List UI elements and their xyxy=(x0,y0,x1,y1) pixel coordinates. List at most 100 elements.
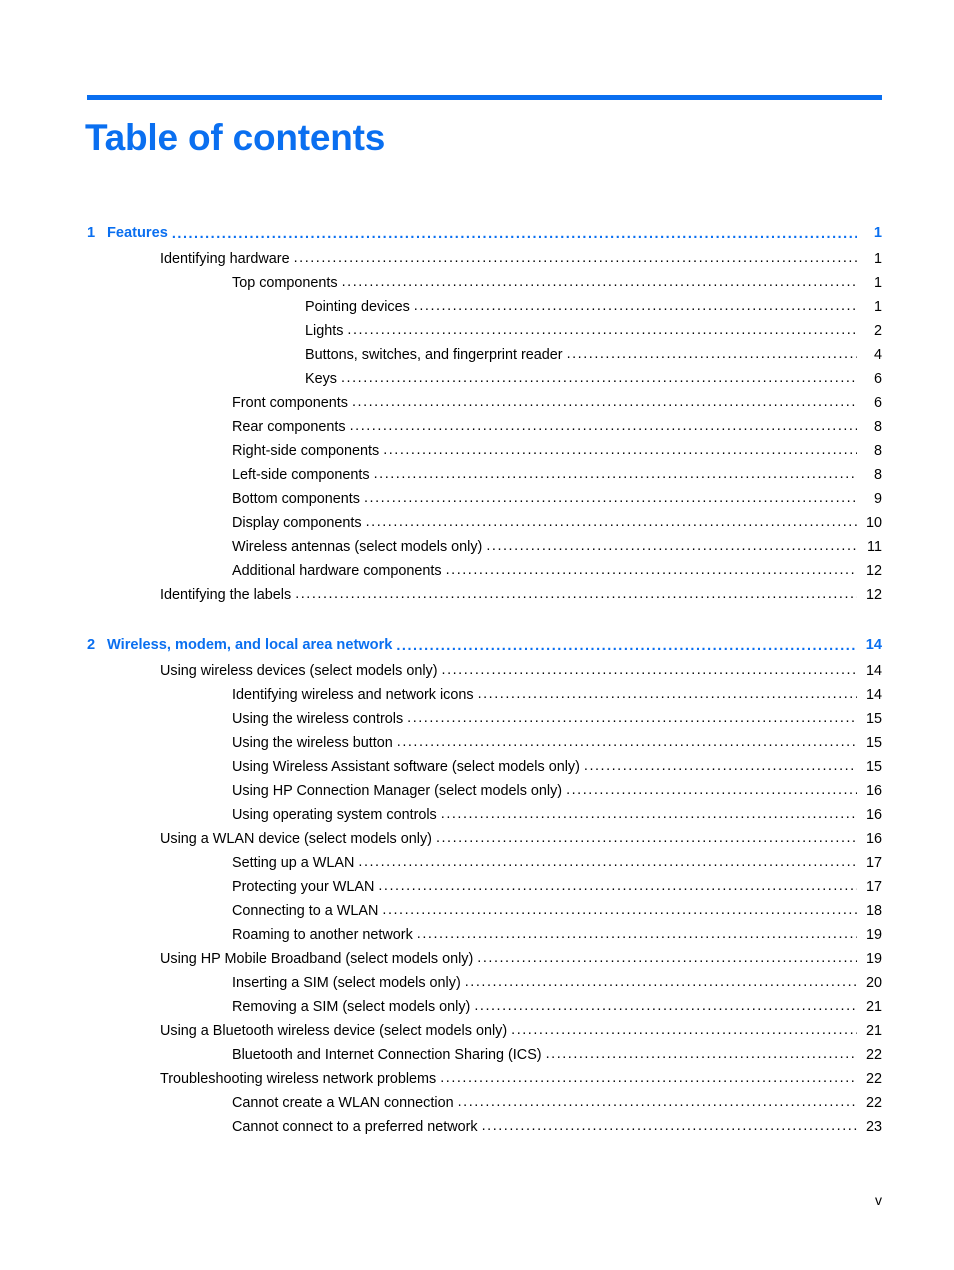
document-page: Table of contents 1Features1Identifying … xyxy=(0,0,954,1270)
toc-entry-row[interactable]: Top components 1 xyxy=(0,275,954,299)
toc-page-number: 15 xyxy=(865,711,882,727)
toc-page-number: 22 xyxy=(865,1095,882,1111)
toc-dot-leader xyxy=(474,1006,857,1020)
toc-entry-row[interactable]: Using HP Mobile Broadband (select models… xyxy=(0,951,954,975)
toc-entry-label: Wireless antennas (select models only) xyxy=(232,539,483,555)
toc-entry-row[interactable]: Display components 10 xyxy=(0,515,954,539)
toc-chapter-number: 1 xyxy=(87,225,96,241)
table-of-contents: 1Features1Identifying hardware1Top compo… xyxy=(0,225,954,1143)
toc-entry-label: Rear components xyxy=(232,419,346,435)
toc-page-number: 1 xyxy=(873,225,882,241)
toc-page-number: 1 xyxy=(873,251,882,267)
toc-dot-leader xyxy=(378,886,857,900)
toc-page-number: 15 xyxy=(865,759,882,775)
toc-page-number: 21 xyxy=(865,1023,882,1039)
toc-dot-leader xyxy=(567,354,857,368)
toc-entry-row[interactable]: Cannot create a WLAN connection 22 xyxy=(0,1095,954,1119)
toc-entry-label: Identifying the labels xyxy=(160,587,292,603)
toc-page-number: 19 xyxy=(865,927,882,943)
toc-entry-row[interactable]: Using the wireless button 15 xyxy=(0,735,954,759)
toc-entry-row[interactable]: Using a WLAN device (select models only)… xyxy=(0,831,954,855)
toc-page-number: 16 xyxy=(865,831,882,847)
toc-entry-label: Buttons, switches, and fingerprint reade… xyxy=(305,347,563,363)
toc-entry-row[interactable]: Wireless antennas (select models only) 11 xyxy=(0,539,954,563)
toc-entry-label: Cannot create a WLAN connection xyxy=(232,1095,454,1111)
toc-dot-leader xyxy=(383,450,857,464)
toc-dot-leader xyxy=(417,934,857,948)
toc-entry-row[interactable]: Using the wireless controls 15 xyxy=(0,711,954,735)
toc-page-number: 2 xyxy=(873,323,882,339)
toc-dot-leader xyxy=(482,1126,857,1140)
toc-entry-row[interactable]: Connecting to a WLAN 18 xyxy=(0,903,954,927)
toc-page-number: 19 xyxy=(865,951,882,967)
toc-entry-row[interactable]: Removing a SIM (select models only) 21 xyxy=(0,999,954,1023)
toc-entry-label: Right-side components xyxy=(232,443,380,459)
toc-entry-label: Using a Bluetooth wireless device (selec… xyxy=(160,1023,508,1039)
toc-entry-row[interactable]: Rear components 8 xyxy=(0,419,954,443)
toc-page-number: 1 xyxy=(873,275,882,291)
toc-chapter-title: Features xyxy=(107,225,168,241)
toc-page-number: 4 xyxy=(873,347,882,363)
toc-entry-row[interactable]: Using wireless devices (select models on… xyxy=(0,663,954,687)
toc-dot-leader xyxy=(294,258,857,272)
toc-dot-leader xyxy=(407,718,857,732)
toc-entry-label: Roaming to another network xyxy=(232,927,413,943)
toc-page-number: 8 xyxy=(873,467,882,483)
toc-entry-label: Keys xyxy=(305,371,337,387)
toc-entry-label: Left-side components xyxy=(232,467,370,483)
toc-page-number: 8 xyxy=(873,443,882,459)
toc-entry-row[interactable]: Setting up a WLAN 17 xyxy=(0,855,954,879)
toc-entry-label: Inserting a SIM (select models only) xyxy=(232,975,461,991)
toc-entry-row[interactable]: Using operating system controls 16 xyxy=(0,807,954,831)
toc-page-number: 17 xyxy=(865,855,882,871)
toc-page-number: 14 xyxy=(865,663,882,679)
toc-entry-label: Setting up a WLAN xyxy=(232,855,355,871)
toc-entry-row[interactable]: Identifying hardware 1 xyxy=(0,251,954,275)
toc-entry-row[interactable]: Bottom components 9 xyxy=(0,491,954,515)
toc-page-number: 1 xyxy=(873,299,882,315)
toc-dot-leader xyxy=(347,330,857,344)
toc-entry-label: Using Wireless Assistant software (selec… xyxy=(232,759,580,775)
toc-chapter-title: Wireless, modem, and local area network xyxy=(107,637,393,653)
toc-entry-row[interactable]: Right-side components 8 xyxy=(0,443,954,467)
toc-chapter-row[interactable]: 1 Features 1 xyxy=(0,225,954,251)
toc-dot-leader xyxy=(477,958,857,972)
toc-dot-leader xyxy=(397,742,857,756)
title-rule xyxy=(87,95,882,100)
toc-entry-row[interactable]: Inserting a SIM (select models only) 20 xyxy=(0,975,954,999)
toc-entry-row[interactable]: Using HP Connection Manager (select mode… xyxy=(0,783,954,807)
toc-page-number: 14 xyxy=(865,687,882,703)
toc-entry-row[interactable]: Protecting your WLAN 17 xyxy=(0,879,954,903)
toc-dot-leader xyxy=(436,838,857,852)
toc-entry-row[interactable]: Identifying the labels 12 xyxy=(0,587,954,611)
toc-entry-row[interactable]: Left-side components 8 xyxy=(0,467,954,491)
toc-dot-leader xyxy=(382,910,857,924)
toc-entry-row[interactable]: Identifying wireless and network icons 14 xyxy=(0,687,954,711)
toc-entry-row[interactable]: Bluetooth and Internet Connection Sharin… xyxy=(0,1047,954,1071)
toc-entry-label: Troubleshooting wireless network problem… xyxy=(160,1071,437,1087)
toc-dot-leader xyxy=(478,694,857,708)
toc-page-number: 8 xyxy=(873,419,882,435)
toc-dot-leader xyxy=(566,790,857,804)
toc-dot-leader xyxy=(358,862,857,876)
toc-entry-row[interactable]: Troubleshooting wireless network problem… xyxy=(0,1071,954,1095)
toc-entry-row[interactable]: Cannot connect to a preferred network 23 xyxy=(0,1119,954,1143)
toc-entry-row[interactable]: Buttons, switches, and fingerprint reade… xyxy=(0,347,954,371)
toc-entry-row[interactable]: Using a Bluetooth wireless device (selec… xyxy=(0,1023,954,1047)
toc-entry-row[interactable]: Using Wireless Assistant software (selec… xyxy=(0,759,954,783)
toc-page-number: 22 xyxy=(865,1047,882,1063)
toc-page-number: 21 xyxy=(865,999,882,1015)
toc-entry-row[interactable]: Roaming to another network 19 xyxy=(0,927,954,951)
toc-chapter-group: 2 Wireless, modem, and local area network… xyxy=(0,637,954,1143)
toc-entry-label: Connecting to a WLAN xyxy=(232,903,379,919)
toc-entry-row[interactable]: Lights 2 xyxy=(0,323,954,347)
toc-entry-row[interactable]: Additional hardware components 12 xyxy=(0,563,954,587)
toc-entry-row[interactable]: Pointing devices 1 xyxy=(0,299,954,323)
toc-entry-label: Using the wireless controls xyxy=(232,711,404,727)
toc-page-number: 16 xyxy=(865,783,882,799)
toc-page-number: 18 xyxy=(865,903,882,919)
toc-chapter-row[interactable]: 2 Wireless, modem, and local area network… xyxy=(0,637,954,663)
toc-entry-row[interactable]: Front components 6 xyxy=(0,395,954,419)
toc-entry-label: Cannot connect to a preferred network xyxy=(232,1119,478,1135)
toc-entry-row[interactable]: Keys 6 xyxy=(0,371,954,395)
